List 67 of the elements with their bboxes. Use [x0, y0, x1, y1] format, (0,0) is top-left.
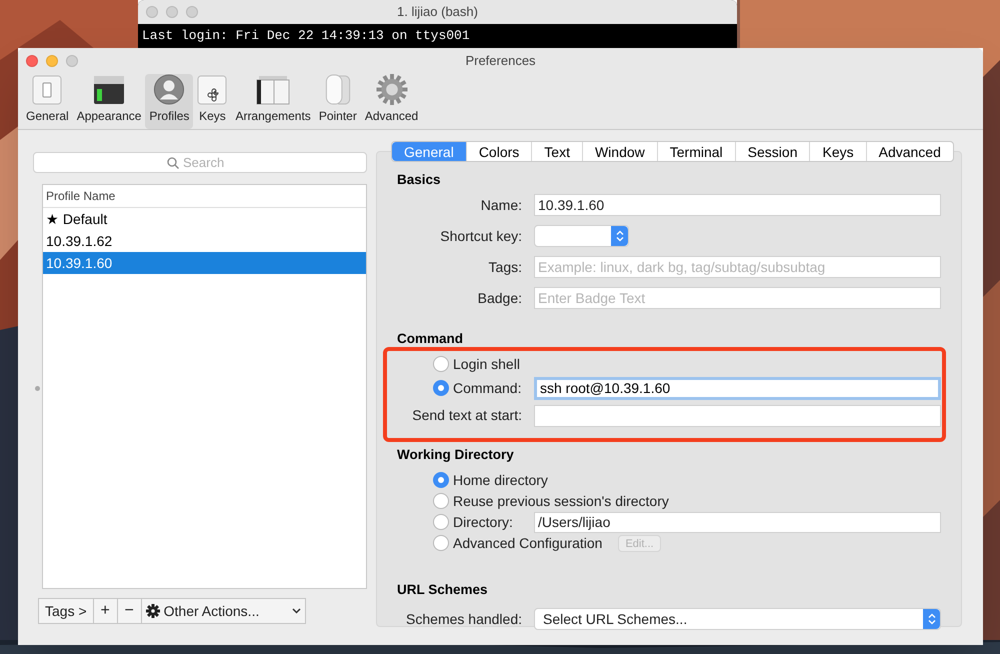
radio-label: Command: — [453, 378, 522, 398]
toolbar-tab[interactable]: Keys — [193, 74, 232, 129]
radio-button[interactable] — [433, 493, 449, 510]
directory-field[interactable]: /Users/lijiao — [534, 512, 941, 533]
gear-icon — [376, 74, 408, 105]
section-heading: Working Directory — [397, 446, 515, 464]
radio-label: Advanced Configuration — [453, 534, 602, 553]
tab[interactable]: Colors — [466, 142, 532, 161]
column-header[interactable]: Profile Name — [43, 185, 366, 208]
tab[interactable]: Terminal — [656, 142, 735, 161]
profile-row[interactable]: 10.39.1.62 — [43, 230, 366, 252]
splitter-handle[interactable] — [35, 386, 40, 391]
radio-button[interactable] — [433, 514, 449, 530]
shortcut-popup[interactable] — [534, 225, 629, 248]
field-label: Shortcut key: — [439, 226, 522, 246]
field-label: Send text at start: — [411, 406, 522, 425]
profile-row[interactable]: ★ Default — [43, 208, 366, 230]
window-title: 1. lijiao (bash) — [396, 3, 479, 22]
tags-button[interactable]: Tags > — [39, 599, 94, 623]
remove-button[interactable]: − — [118, 599, 142, 623]
close-button[interactable] — [26, 55, 38, 67]
radio-label: Reuse previous session's directory — [453, 492, 669, 511]
add-button[interactable]: + — [94, 599, 118, 623]
section-heading: URL Schemes — [397, 580, 489, 599]
stepper-icon — [611, 226, 628, 246]
window-title: Preferences — [464, 52, 537, 70]
zoom-button[interactable] — [186, 6, 198, 18]
other-actions-dropdown[interactable]: Other Actions... — [142, 599, 305, 623]
text-field[interactable] — [534, 404, 941, 426]
toolbar-tab[interactable]: Arrangements — [231, 74, 315, 129]
url-schemes-dropdown[interactable]: Select URL Schemes... — [534, 608, 941, 630]
toolbar-tab[interactable]: General — [22, 74, 73, 129]
chevron-down-icon — [292, 608, 301, 614]
section-heading: Basics — [397, 171, 442, 189]
gear-icon — [146, 604, 160, 618]
zoom-button[interactable] — [66, 55, 78, 67]
minimize-button[interactable] — [166, 6, 178, 18]
radio-button[interactable] — [433, 472, 449, 488]
radio-button[interactable] — [433, 356, 449, 372]
toolbar-tab[interactable]: Appearance — [72, 74, 146, 129]
stepper-icon — [923, 609, 940, 629]
profile-row[interactable]: 10.39.1.60 — [43, 252, 366, 274]
tab[interactable]: Session — [734, 142, 810, 161]
radio-button[interactable] — [433, 380, 449, 396]
tab[interactable]: Advanced — [866, 142, 953, 161]
radio-label: Directory: — [453, 512, 513, 532]
text-field[interactable]: 10.39.1.60 — [534, 194, 941, 216]
radio-label: Login shell — [453, 354, 520, 374]
radio-label: Home directory — [453, 470, 548, 490]
close-button[interactable] — [146, 6, 158, 18]
field-label: Schemes handled: — [405, 610, 522, 628]
tab[interactable]: Text — [531, 142, 582, 161]
command-field[interactable]: ssh root@10.39.1.60 — [534, 376, 941, 400]
command-key-icon — [197, 75, 228, 105]
tab[interactable]: Window — [582, 142, 657, 161]
field-label: Badge: — [476, 288, 522, 308]
section-heading: Command — [397, 330, 464, 348]
tab[interactable]: Keys — [809, 142, 866, 161]
toolbar-tab[interactable]: Advanced — [360, 74, 422, 129]
text-field[interactable]: Enter Badge Text — [534, 287, 941, 310]
toolbar-tab[interactable]: Profiles — [145, 74, 194, 129]
field-label: Name: — [480, 196, 522, 215]
field-label: Tags: — [488, 258, 522, 277]
terminal-line: Last login: Fri Dec 22 14:39:13 on ttys001 — [142, 27, 471, 45]
text-field[interactable]: Example: linux, dark bg, tag/subtag/subsubtag — [534, 256, 941, 278]
minimize-button[interactable] — [46, 55, 58, 67]
toolbar-tab[interactable]: Pointer — [314, 74, 361, 129]
